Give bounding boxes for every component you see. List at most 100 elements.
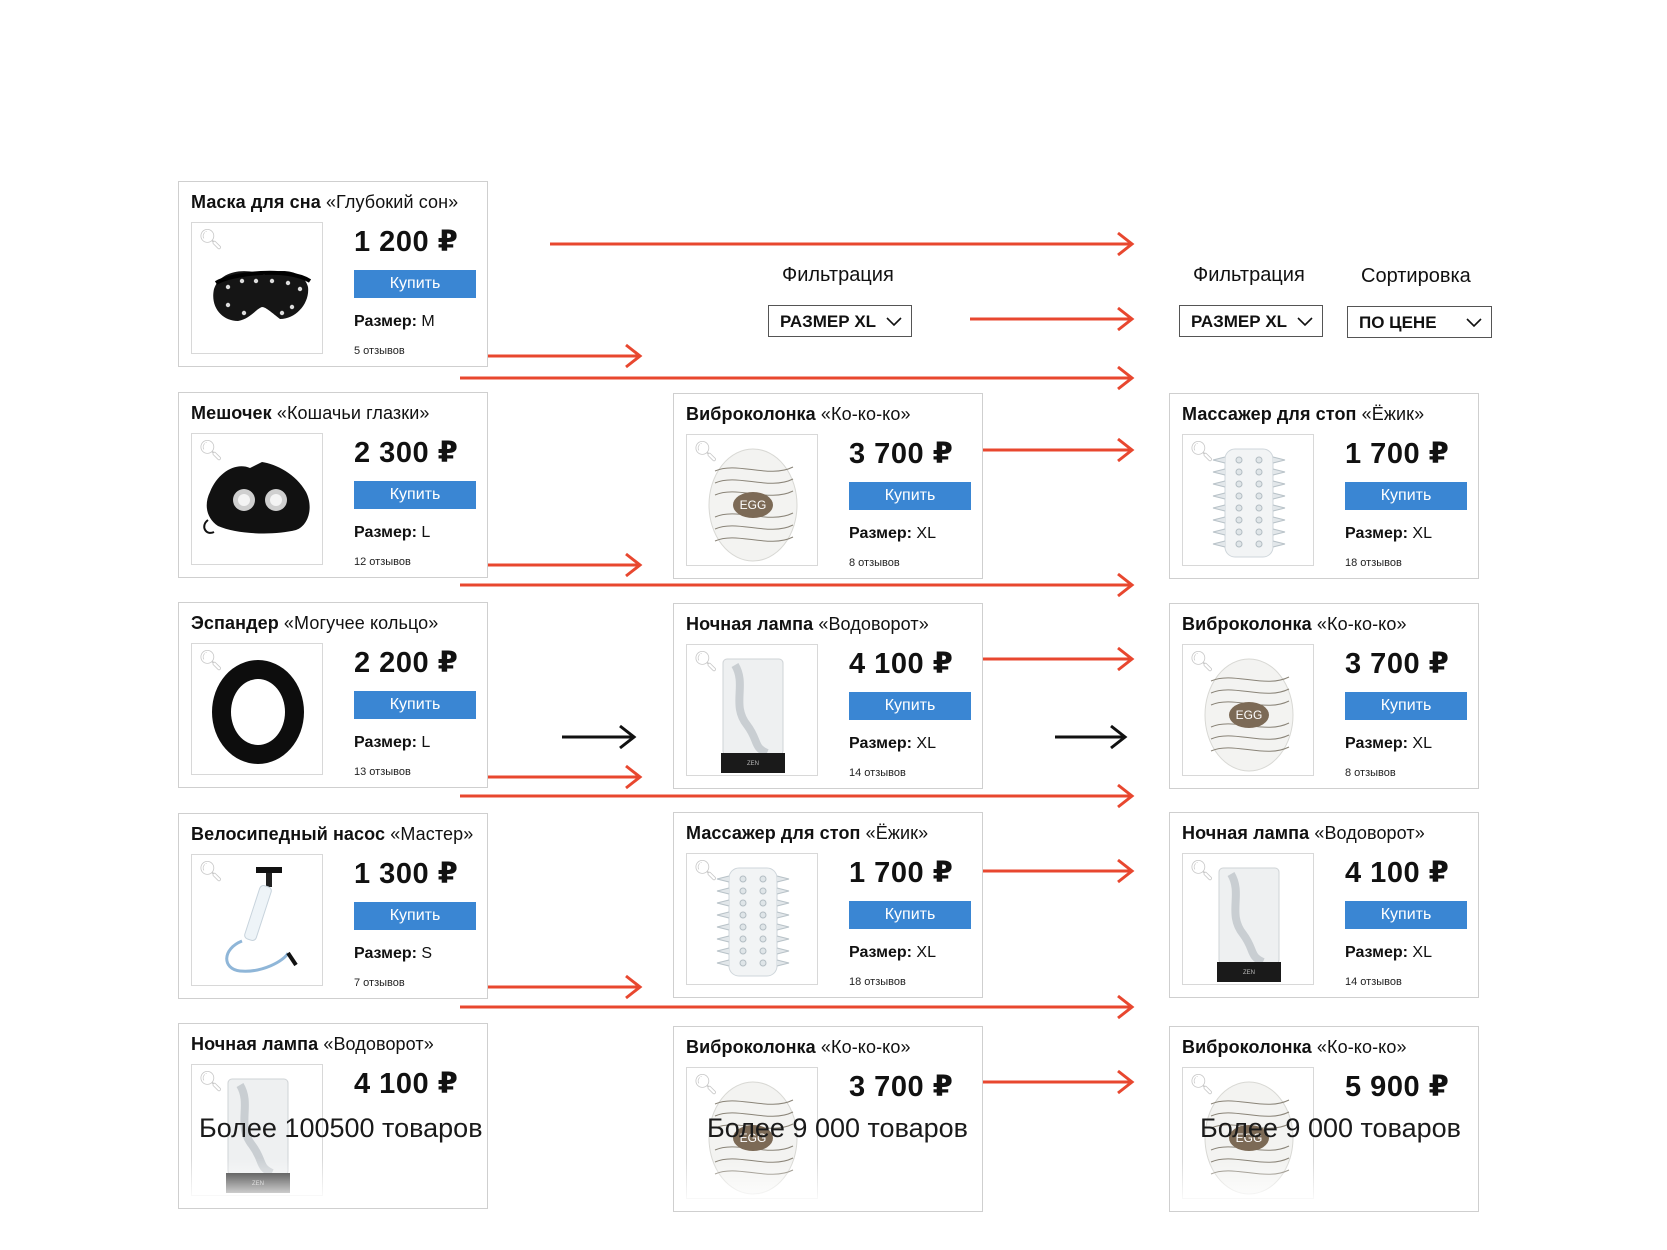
zoom-icon[interactable]: 🔍︎: [198, 861, 223, 883]
reviews-link[interactable]: 18 отзывов: [1345, 557, 1402, 569]
zoom-icon[interactable]: 🔍︎: [198, 229, 223, 251]
svg-text:EGG: EGG: [740, 498, 767, 512]
column-total-count: Более 9 000 товаров: [1200, 1113, 1462, 1143]
size-value: L: [421, 734, 431, 751]
buy-button[interactable]: Купить: [849, 482, 971, 510]
zoom-icon[interactable]: 🔍︎: [198, 440, 223, 462]
size-label: Размер:: [1345, 944, 1408, 961]
product-size: Размер: L: [354, 734, 430, 752]
buy-button[interactable]: Купить: [354, 481, 476, 509]
product-title[interactable]: Эспандер «Могучее кольцо»: [191, 613, 479, 634]
product-name: «Водоворот»: [323, 1034, 434, 1054]
zoom-icon[interactable]: 🔍︎: [1189, 860, 1214, 882]
reviews-link[interactable]: 8 отзывов: [1345, 767, 1396, 779]
zoom-icon[interactable]: 🔍︎: [1189, 651, 1214, 673]
size-value: M: [421, 313, 435, 330]
reviews-link[interactable]: 13 отзывов: [354, 766, 411, 778]
size-label: Размер:: [354, 313, 417, 330]
zoom-icon[interactable]: 🔍︎: [693, 441, 718, 463]
product-size: Размер: XL: [1345, 735, 1432, 753]
reviews-link[interactable]: 5 отзывов: [354, 345, 405, 357]
sort-select[interactable]: ПО ЦЕНЕ: [1347, 306, 1492, 338]
size-filter-select[interactable]: РАЗМЕР XL: [768, 305, 912, 337]
buy-button[interactable]: Купить: [1345, 901, 1467, 929]
product-title[interactable]: Маска для сна «Глубокий сон»: [191, 192, 479, 213]
product-card[interactable]: Ночная лампа «Водоворот» 🔍︎ ZEN 4 100 ₽ …: [673, 603, 983, 789]
product-image[interactable]: 🔍︎ ZEN: [686, 644, 818, 776]
product-title[interactable]: Виброколонка «Ко-ко-ко»: [686, 404, 974, 425]
product-card[interactable]: Виброколонка «Ко-ко-ко» 🔍︎ EGG 3 700 ₽ К…: [1169, 603, 1479, 789]
product-title[interactable]: Ночная лампа «Водоворот»: [191, 1034, 479, 1055]
product-card[interactable]: Ночная лампа «Водоворот» 🔍︎ ZEN 4 100 ₽ …: [1169, 812, 1479, 998]
zoom-icon[interactable]: 🔍︎: [198, 650, 223, 672]
zoom-icon[interactable]: 🔍︎: [198, 1071, 223, 1093]
zoom-icon[interactable]: 🔍︎: [693, 1074, 718, 1096]
buy-button[interactable]: Купить: [354, 902, 476, 930]
product-type: Ночная лампа: [686, 614, 814, 634]
product-card[interactable]: Эспандер «Могучее кольцо» 🔍︎ 2 200 ₽ Куп…: [178, 602, 488, 788]
product-price: 3 700 ₽: [1345, 648, 1450, 680]
reviews-link[interactable]: 18 отзывов: [849, 976, 906, 988]
product-name: «Ко-ко-ко»: [820, 404, 911, 424]
product-image[interactable]: 🔍︎: [1182, 434, 1314, 566]
zoom-icon[interactable]: 🔍︎: [693, 860, 718, 882]
product-size: Размер: XL: [849, 944, 936, 962]
product-name: «Водоворот»: [818, 614, 929, 634]
product-image[interactable]: 🔍︎: [191, 854, 323, 986]
product-type: Ночная лампа: [191, 1034, 319, 1054]
reviews-link[interactable]: 7 отзывов: [354, 977, 405, 989]
product-card[interactable]: Массажер для стоп «Ёжик» 🔍︎ 1 700 ₽ Купи…: [1169, 393, 1479, 579]
product-title[interactable]: Виброколонка «Ко-ко-ко»: [686, 1037, 974, 1058]
buy-button[interactable]: Купить: [1345, 482, 1467, 510]
zoom-icon[interactable]: 🔍︎: [1189, 441, 1214, 463]
product-price: 3 700 ₽: [849, 1071, 954, 1103]
product-title[interactable]: Ночная лампа «Водоворот»: [1182, 823, 1470, 844]
zoom-icon[interactable]: 🔍︎: [1189, 1074, 1214, 1096]
product-type: Велосипедный насос: [191, 824, 386, 844]
size-label: Размер:: [1345, 735, 1408, 752]
product-image[interactable]: 🔍︎: [191, 643, 323, 775]
product-card[interactable]: Маска для сна «Глубокий сон» 🔍︎ 1 200 ₽ …: [178, 181, 488, 367]
buy-button[interactable]: Купить: [849, 901, 971, 929]
product-card[interactable]: Массажер для стоп «Ёжик» 🔍︎ 1 700 ₽ Купи…: [673, 812, 983, 998]
product-card[interactable]: Виброколонка «Ко-ко-ко» 🔍︎ EGG 3 700 ₽ К…: [673, 393, 983, 579]
buy-button[interactable]: Купить: [354, 270, 476, 298]
product-image[interactable]: 🔍︎ ZEN: [1182, 853, 1314, 985]
reviews-link[interactable]: 14 отзывов: [1345, 976, 1402, 988]
product-image[interactable]: 🔍︎: [191, 433, 323, 565]
product-image[interactable]: 🔍︎ EGG: [1182, 644, 1314, 776]
product-image[interactable]: 🔍︎ EGG: [686, 434, 818, 566]
product-title[interactable]: Ночная лампа «Водоворот»: [686, 614, 974, 635]
product-name: «Ко-ко-ко»: [820, 1037, 911, 1057]
flow-arrow: [970, 306, 1135, 332]
product-type: Массажер для стоп: [686, 823, 861, 843]
product-name: «Мастер»: [390, 824, 474, 844]
product-name: «Глубокий сон»: [325, 192, 459, 212]
product-title[interactable]: Массажер для стоп «Ёжик»: [1182, 404, 1470, 425]
size-value: XL: [916, 735, 936, 752]
product-title[interactable]: Виброколонка «Ко-ко-ко»: [1182, 614, 1470, 635]
product-title[interactable]: Массажер для стоп «Ёжик»: [686, 823, 974, 844]
zoom-icon[interactable]: 🔍︎: [693, 651, 718, 673]
size-filter-value: РАЗМЕР XL: [1191, 312, 1288, 331]
size-filter-select[interactable]: РАЗМЕР XL: [1179, 305, 1323, 337]
product-image[interactable]: 🔍︎: [686, 853, 818, 985]
product-type: Виброколонка: [1182, 614, 1312, 634]
product-type: Маска для сна: [191, 192, 321, 212]
product-price: 4 100 ₽: [354, 1068, 459, 1100]
flow-arrow: [975, 1069, 1135, 1095]
buy-button[interactable]: Купить: [849, 692, 971, 720]
product-title[interactable]: Виброколонка «Ко-ко-ко»: [1182, 1037, 1470, 1058]
reviews-link[interactable]: 14 отзывов: [849, 767, 906, 779]
product-title[interactable]: Велосипедный насос «Мастер»: [191, 824, 479, 845]
product-image[interactable]: 🔍︎: [191, 222, 323, 354]
buy-button[interactable]: Купить: [1345, 692, 1467, 720]
product-title[interactable]: Мешочек «Кошачьи глазки»: [191, 403, 479, 424]
product-card[interactable]: Мешочек «Кошачьи глазки» 🔍︎ 2 300 ₽ Купи…: [178, 392, 488, 578]
product-card[interactable]: Велосипедный насос «Мастер» 🔍︎ 1 300 ₽ К…: [178, 813, 488, 999]
chevron-down-icon: [886, 317, 902, 327]
reviews-link[interactable]: 12 отзывов: [354, 556, 411, 568]
reviews-link[interactable]: 8 отзывов: [849, 557, 900, 569]
buy-button[interactable]: Купить: [354, 691, 476, 719]
product-size: Размер: XL: [1345, 944, 1432, 962]
